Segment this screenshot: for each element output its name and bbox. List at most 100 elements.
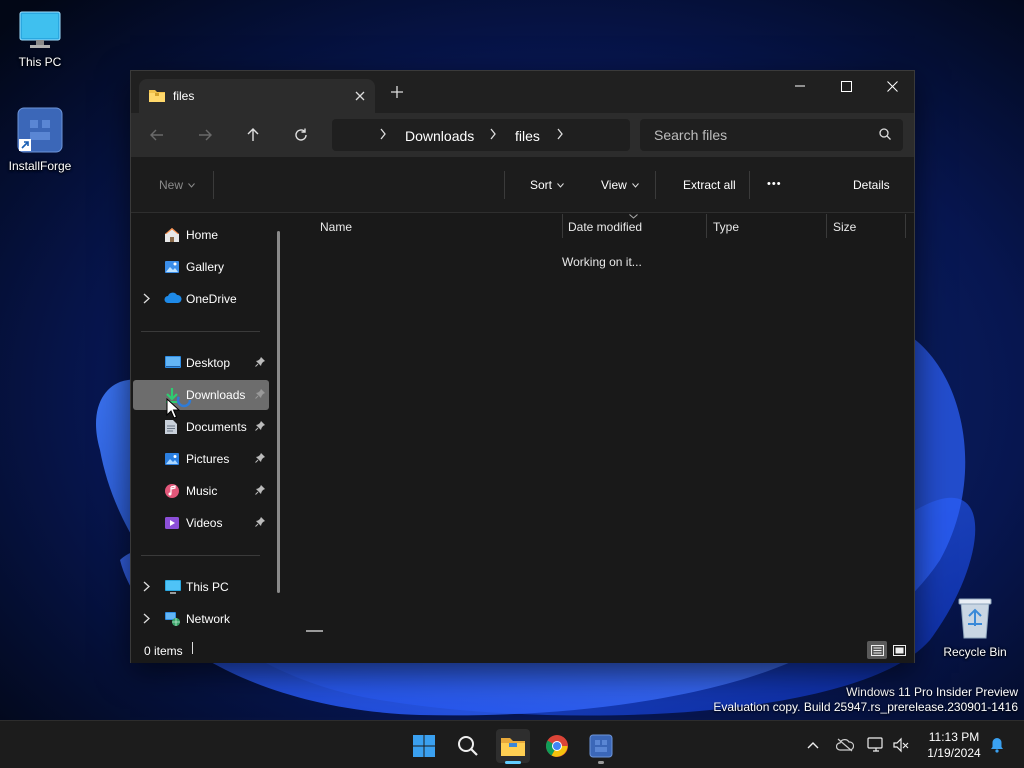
status-bar: 0 items xyxy=(131,635,914,663)
tray-volume[interactable] xyxy=(891,735,911,755)
sidebar-item-downloads[interactable]: Downloads xyxy=(133,380,269,410)
chevron-right-icon[interactable] xyxy=(143,293,150,304)
address-bar[interactable]: Downloads files xyxy=(332,119,630,151)
sidebar-item-label: This PC xyxy=(186,580,229,594)
up-button[interactable] xyxy=(241,125,265,145)
toolbar-divider xyxy=(749,171,750,199)
home-icon xyxy=(165,228,179,242)
breadcrumb-downloads[interactable]: Downloads xyxy=(405,128,474,144)
desktop-icon-installforge[interactable]: InstallForge xyxy=(0,106,80,173)
close-window-button[interactable] xyxy=(869,71,915,101)
document-icon xyxy=(165,420,177,434)
tiles-view-button[interactable] xyxy=(889,641,909,659)
tab-close-button[interactable] xyxy=(355,88,365,104)
title-bar[interactable]: files xyxy=(131,71,914,113)
show-hidden-icons-button[interactable] xyxy=(803,735,823,755)
column-header-type[interactable]: Type xyxy=(707,214,827,244)
sidebar-item-network[interactable]: Network xyxy=(133,604,269,634)
taskbar-chrome[interactable] xyxy=(540,729,574,763)
horizontal-scrollbar[interactable] xyxy=(306,630,323,632)
chevron-down-icon xyxy=(557,182,564,188)
desktop-icon xyxy=(165,356,181,368)
pin-icon[interactable] xyxy=(255,357,265,367)
maximize-button[interactable] xyxy=(823,71,869,101)
refresh-button[interactable] xyxy=(289,125,313,145)
close-icon xyxy=(886,80,898,92)
chevron-right-icon xyxy=(380,128,386,140)
gallery-icon xyxy=(165,261,179,273)
new-button[interactable]: New xyxy=(159,178,195,192)
search-box[interactable] xyxy=(640,119,903,151)
search-input[interactable] xyxy=(654,127,864,143)
back-arrow-icon xyxy=(150,129,163,141)
file-explorer-window[interactable]: files Downloads files Search files New S… xyxy=(130,70,915,663)
watermark-line: Evaluation copy. Build 25947.rs_prerelea… xyxy=(713,700,1018,714)
desktop-icon-this-pc[interactable]: This PC xyxy=(0,10,80,69)
navigation-pane: Home Gallery OneDrive Desktop Downloads xyxy=(131,214,286,635)
forward-button[interactable] xyxy=(193,125,217,145)
plus-icon xyxy=(391,86,403,98)
sidebar-item-videos[interactable]: Videos xyxy=(133,508,269,538)
tray-onedrive[interactable] xyxy=(835,735,855,755)
sidebar-item-label: Videos xyxy=(186,516,223,530)
notifications-button[interactable] xyxy=(987,735,1007,755)
column-header-name[interactable]: Name xyxy=(314,214,562,244)
start-button[interactable] xyxy=(407,729,441,763)
column-header-size[interactable]: Size xyxy=(827,214,905,244)
file-list-pane[interactable]: Name Date modified Type Size Working on … xyxy=(289,214,914,635)
view-button[interactable]: View xyxy=(601,178,639,192)
taskbar-search-button[interactable] xyxy=(451,729,485,763)
breadcrumb-files[interactable]: files xyxy=(515,128,540,144)
bell-icon xyxy=(991,738,1003,753)
details-button[interactable]: Details xyxy=(853,178,890,192)
pin-icon[interactable] xyxy=(255,485,265,495)
chevron-right-icon[interactable] xyxy=(143,613,150,624)
details-view-button[interactable] xyxy=(867,641,887,659)
desktop-icon-label: InstallForge xyxy=(8,159,72,173)
minimize-icon xyxy=(795,85,805,87)
sidebar-item-this-pc[interactable]: This PC xyxy=(133,572,269,602)
sidebar-item-desktop[interactable]: Desktop xyxy=(133,348,269,378)
new-tab-button[interactable] xyxy=(391,83,403,101)
desktop-icon-recycle-bin[interactable]: Recycle Bin xyxy=(935,596,1015,659)
details-view-icon xyxy=(870,644,884,656)
sidebar-scrollbar[interactable] xyxy=(277,231,280,593)
pin-icon[interactable] xyxy=(255,517,265,527)
details-label: Details xyxy=(853,178,890,192)
minimize-button[interactable] xyxy=(777,71,823,101)
extract-all-button[interactable]: Extract all xyxy=(683,178,736,192)
view-label: View xyxy=(601,178,627,192)
tiles-view-icon xyxy=(892,644,906,656)
start-icon xyxy=(413,735,435,757)
more-options-button[interactable]: ••• xyxy=(767,178,782,190)
maximize-icon xyxy=(840,80,852,92)
pin-icon[interactable] xyxy=(255,389,265,399)
taskbar-file-explorer[interactable] xyxy=(496,729,530,764)
sidebar-item-documents[interactable]: Documents xyxy=(133,412,269,442)
close-icon xyxy=(355,91,365,101)
picture-icon xyxy=(165,453,179,465)
chevron-right-icon[interactable] xyxy=(556,128,564,140)
chevron-right-icon[interactable] xyxy=(143,581,150,592)
sidebar-item-pictures[interactable]: Pictures xyxy=(133,444,269,474)
chevron-right-icon xyxy=(490,128,496,140)
pin-icon[interactable] xyxy=(255,453,265,463)
system-clock[interactable]: 11:13 PM 1/19/2024 xyxy=(918,729,990,761)
sidebar-item-label: Documents xyxy=(186,420,247,434)
tray-network[interactable] xyxy=(866,735,886,755)
back-button[interactable] xyxy=(145,125,169,145)
sort-label: Sort xyxy=(530,178,553,192)
tab-files[interactable]: files xyxy=(139,79,375,113)
recycle-bin-icon xyxy=(958,598,992,639)
taskbar-installforge[interactable] xyxy=(584,729,618,764)
sidebar-item-home[interactable]: Home xyxy=(133,220,269,250)
new-label: New xyxy=(159,178,184,192)
column-divider[interactable] xyxy=(905,214,906,238)
sidebar-item-music[interactable]: Music xyxy=(133,476,269,506)
taskbar: 11:13 PM 1/19/2024 xyxy=(0,720,1024,768)
sort-button[interactable]: Sort xyxy=(530,178,564,192)
pin-icon[interactable] xyxy=(255,421,265,431)
column-header-date-modified[interactable]: Date modified xyxy=(562,214,706,244)
sidebar-item-gallery[interactable]: Gallery xyxy=(133,252,269,282)
sidebar-item-onedrive[interactable]: OneDrive xyxy=(133,284,269,314)
